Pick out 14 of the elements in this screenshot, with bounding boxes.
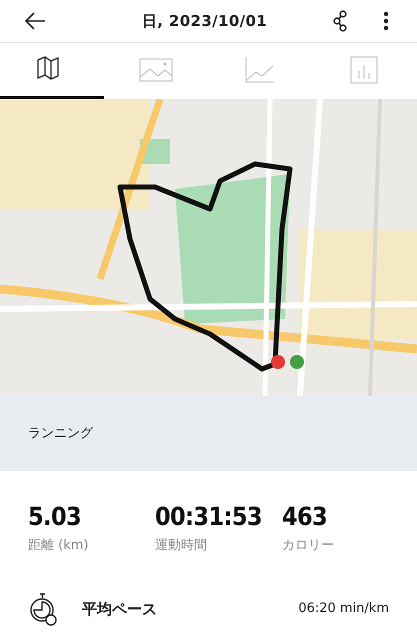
stopwatch-icon: [28, 592, 58, 626]
date-title: 日, 2023/10/01: [142, 10, 268, 32]
stat-value: 5.03: [28, 501, 82, 532]
pace-label: 平均ペース: [82, 598, 158, 620]
stat-label: 距離 (km): [28, 537, 90, 556]
pace-value: 06:20 min/km: [298, 600, 389, 618]
share-icon[interactable]: [333, 10, 347, 32]
stat-label: カロリー: [282, 537, 335, 556]
stat-value: 463: [282, 501, 328, 532]
more-icon[interactable]: [383, 11, 389, 31]
back-icon[interactable]: [24, 12, 46, 30]
stat-value: 00:31:53: [155, 501, 263, 532]
stat-label: 運動時間: [155, 537, 208, 556]
activity-type: ランニング: [28, 424, 93, 443]
